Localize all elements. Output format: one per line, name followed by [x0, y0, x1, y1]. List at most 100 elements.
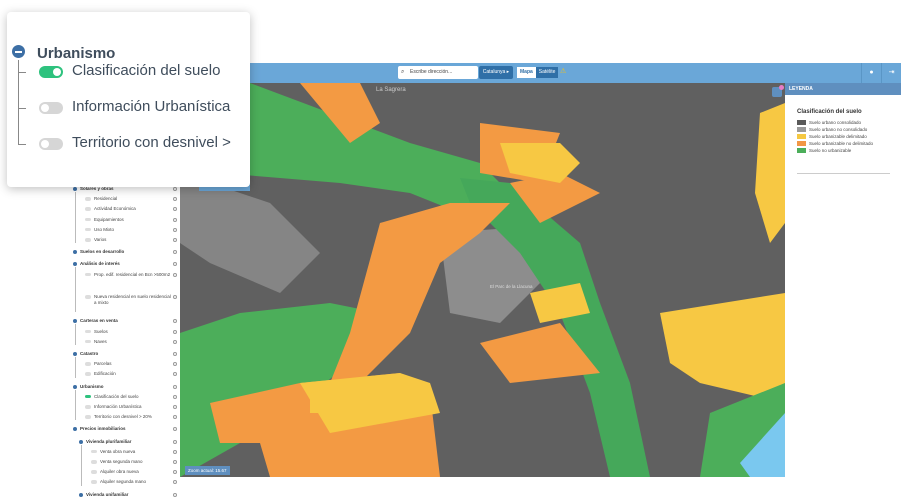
warning-icon[interactable]: ⚠ — [560, 67, 566, 75]
info-icon[interactable] — [173, 187, 177, 191]
layer-toggle[interactable] — [85, 197, 91, 201]
map-type-satelite[interactable]: Satélite — [535, 67, 559, 78]
tree-branch — [18, 108, 26, 109]
map-canvas[interactable]: La Sagrera El Parc de la Llacuna — [180, 83, 785, 477]
layer-item[interactable]: Varios — [94, 237, 174, 243]
search-placeholder: Escribe dirección... — [410, 69, 453, 75]
layer-toggle[interactable] — [85, 238, 91, 242]
layer-toggle[interactable] — [85, 227, 91, 232]
layer-item[interactable]: Información Urbanística — [94, 404, 174, 410]
toggle-informacion-urbanistica[interactable] — [39, 102, 63, 114]
map-type-switch: Mapa Satélite — [517, 67, 559, 78]
toggle-clasificacion-suelo[interactable] — [39, 66, 63, 78]
user-icon[interactable]: ● — [861, 63, 881, 83]
layer-item[interactable]: Equipamientos — [94, 217, 174, 223]
layer-group[interactable]: Precios inmobiliarios — [80, 426, 126, 431]
layer-group[interactable]: Catastro — [80, 351, 98, 356]
info-icon[interactable] — [173, 394, 177, 399]
info-icon[interactable] — [173, 460, 177, 464]
layer-toggle[interactable] — [85, 415, 91, 419]
info-icon[interactable] — [173, 339, 177, 344]
legend-label: Suelo no urbanizable — [809, 148, 852, 153]
group-bullet-icon[interactable] — [73, 352, 77, 356]
layer-toggle[interactable] — [91, 449, 97, 454]
info-icon[interactable] — [173, 295, 177, 299]
layer-item[interactable]: Actividad Económica — [94, 206, 174, 212]
layer-item[interactable]: Alquiler obra nueva — [100, 469, 180, 475]
info-icon[interactable] — [173, 492, 177, 497]
layer-toggle[interactable] — [91, 480, 97, 484]
legend-divider — [797, 173, 890, 174]
group-bullet-icon[interactable] — [79, 492, 83, 497]
layer-item[interactable]: Suelos — [94, 329, 174, 335]
layer-item[interactable]: Uso Mixto — [94, 227, 174, 233]
layer-toggle[interactable] — [85, 272, 91, 277]
info-icon[interactable] — [173, 217, 177, 222]
info-icon[interactable] — [173, 329, 177, 334]
layer-group[interactable]: Carteras en venta — [80, 318, 118, 323]
layer-territorio-desnivel[interactable]: Territorio con desnivel > — [72, 134, 231, 151]
legend-label: Suelo urbano no consolidado — [809, 127, 868, 132]
layer-toggle[interactable] — [85, 207, 91, 211]
layer-toggle[interactable] — [85, 295, 91, 299]
urbanismo-popup: Urbanismo Clasificación del suelo Inform… — [7, 12, 250, 187]
collapse-icon[interactable] — [12, 45, 25, 58]
legend-label: Suelo urbanizable no delimitado — [809, 141, 874, 146]
group-bullet-icon[interactable] — [79, 439, 83, 444]
info-icon[interactable] — [173, 272, 177, 277]
region-label: Catalunya — [482, 69, 506, 75]
app-window: ⌕ Escribe dirección... Catalunya ▸ Mapa … — [0, 0, 901, 497]
layer-item[interactable]: Venta obra nueva — [100, 449, 180, 455]
layer-toggle[interactable] — [85, 329, 91, 334]
layer-item[interactable]: Alquiler segunda mano — [100, 479, 180, 485]
toggle-territorio-desnivel[interactable] — [39, 138, 63, 150]
layer-item[interactable]: Territorio con desnivel > 20% — [94, 414, 174, 420]
layer-toggle[interactable] — [85, 339, 91, 344]
layer-toggle[interactable] — [85, 362, 91, 366]
layer-toggle[interactable] — [91, 460, 97, 464]
layer-toggle[interactable] — [91, 470, 97, 474]
layer-item[interactable]: Naves — [94, 339, 174, 345]
layer-toggle[interactable] — [85, 405, 91, 409]
layer-item[interactable]: Nueva residencial en suelo residencial a… — [94, 294, 174, 305]
tree-branch — [18, 144, 26, 145]
region-selector[interactable]: Catalunya ▸ — [479, 66, 513, 79]
layer-toggle[interactable] — [85, 394, 91, 399]
layer-group[interactable]: Suelos en desarrollo — [80, 249, 124, 254]
info-icon[interactable] — [173, 352, 177, 356]
layer-group[interactable]: Análisis de interés — [80, 261, 120, 266]
info-icon[interactable] — [173, 405, 177, 409]
layer-item[interactable]: Venta segunda mano — [100, 459, 180, 465]
layer-clasificacion-suelo[interactable]: Clasificación del suelo — [72, 62, 220, 79]
layer-item[interactable]: Residencial — [94, 196, 174, 202]
legend-swatch — [797, 120, 806, 125]
legend-item: Suelo no urbanizable — [797, 148, 901, 153]
info-icon[interactable] — [173, 449, 177, 454]
group-bullet-icon[interactable] — [73, 187, 77, 191]
info-icon[interactable] — [173, 238, 177, 242]
tree-line — [75, 357, 76, 378]
tree-branch — [18, 72, 26, 73]
layer-group[interactable]: Vivienda plurifamiliar — [86, 439, 131, 444]
map-type-mapa[interactable]: Mapa — [517, 67, 536, 78]
layer-toggle[interactable] — [85, 217, 91, 222]
group-bullet-icon[interactable] — [73, 384, 77, 389]
layer-item[interactable]: Prop. edif. residencial en Bcn >500m2 — [94, 272, 174, 278]
layer-item[interactable]: Edificación — [94, 371, 174, 377]
info-icon[interactable] — [173, 439, 177, 444]
layer-informacion-urbanistica[interactable]: Información Urbanística — [72, 98, 230, 115]
info-icon[interactable] — [173, 227, 177, 232]
legend-item: Suelo urbanizable delimitado — [797, 134, 901, 139]
info-icon[interactable] — [173, 384, 177, 389]
logout-icon[interactable]: ⇥ — [881, 63, 901, 83]
layer-group[interactable]: Urbanismo — [80, 384, 104, 389]
layer-item[interactable]: Clasificación del suelo — [94, 394, 174, 400]
layer-group[interactable]: Vivienda unifamiliar — [86, 492, 128, 497]
land-classification-map: La Sagrera El Parc de la Llacuna — [180, 83, 785, 477]
legend-item: Suelo urbano consolidado — [797, 120, 901, 125]
legend-toggle-button[interactable] — [772, 85, 784, 97]
layer-item[interactable]: Parcelas — [94, 361, 174, 367]
address-search-input[interactable]: ⌕ Escribe dirección... — [398, 66, 478, 79]
layer-toggle[interactable] — [85, 372, 91, 376]
legend-swatch — [797, 141, 806, 146]
